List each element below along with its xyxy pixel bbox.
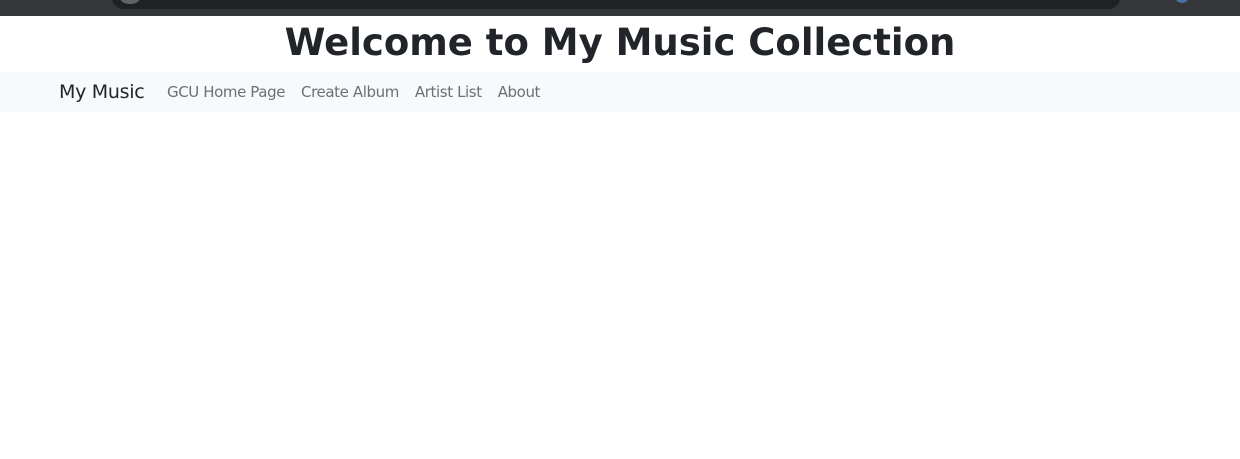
page-title: Welcome to My Music Collection bbox=[284, 21, 956, 64]
nav-link-gcu-home-page[interactable]: GCU Home Page bbox=[167, 82, 285, 102]
brand-link[interactable]: My Music bbox=[59, 80, 145, 104]
address-bar[interactable] bbox=[112, 0, 1120, 9]
browser-toolbar bbox=[0, 0, 1240, 16]
navbar: My Music GCU Home Page Create Album Arti… bbox=[0, 72, 1240, 112]
nav-link-artist-list[interactable]: Artist List bbox=[415, 82, 482, 102]
nav-link-create-album[interactable]: Create Album bbox=[301, 82, 399, 102]
nav-links: GCU Home Page Create Album Artist List A… bbox=[167, 82, 540, 102]
nav-link-about[interactable]: About bbox=[498, 82, 541, 102]
profile-icon[interactable] bbox=[1176, 0, 1188, 3]
